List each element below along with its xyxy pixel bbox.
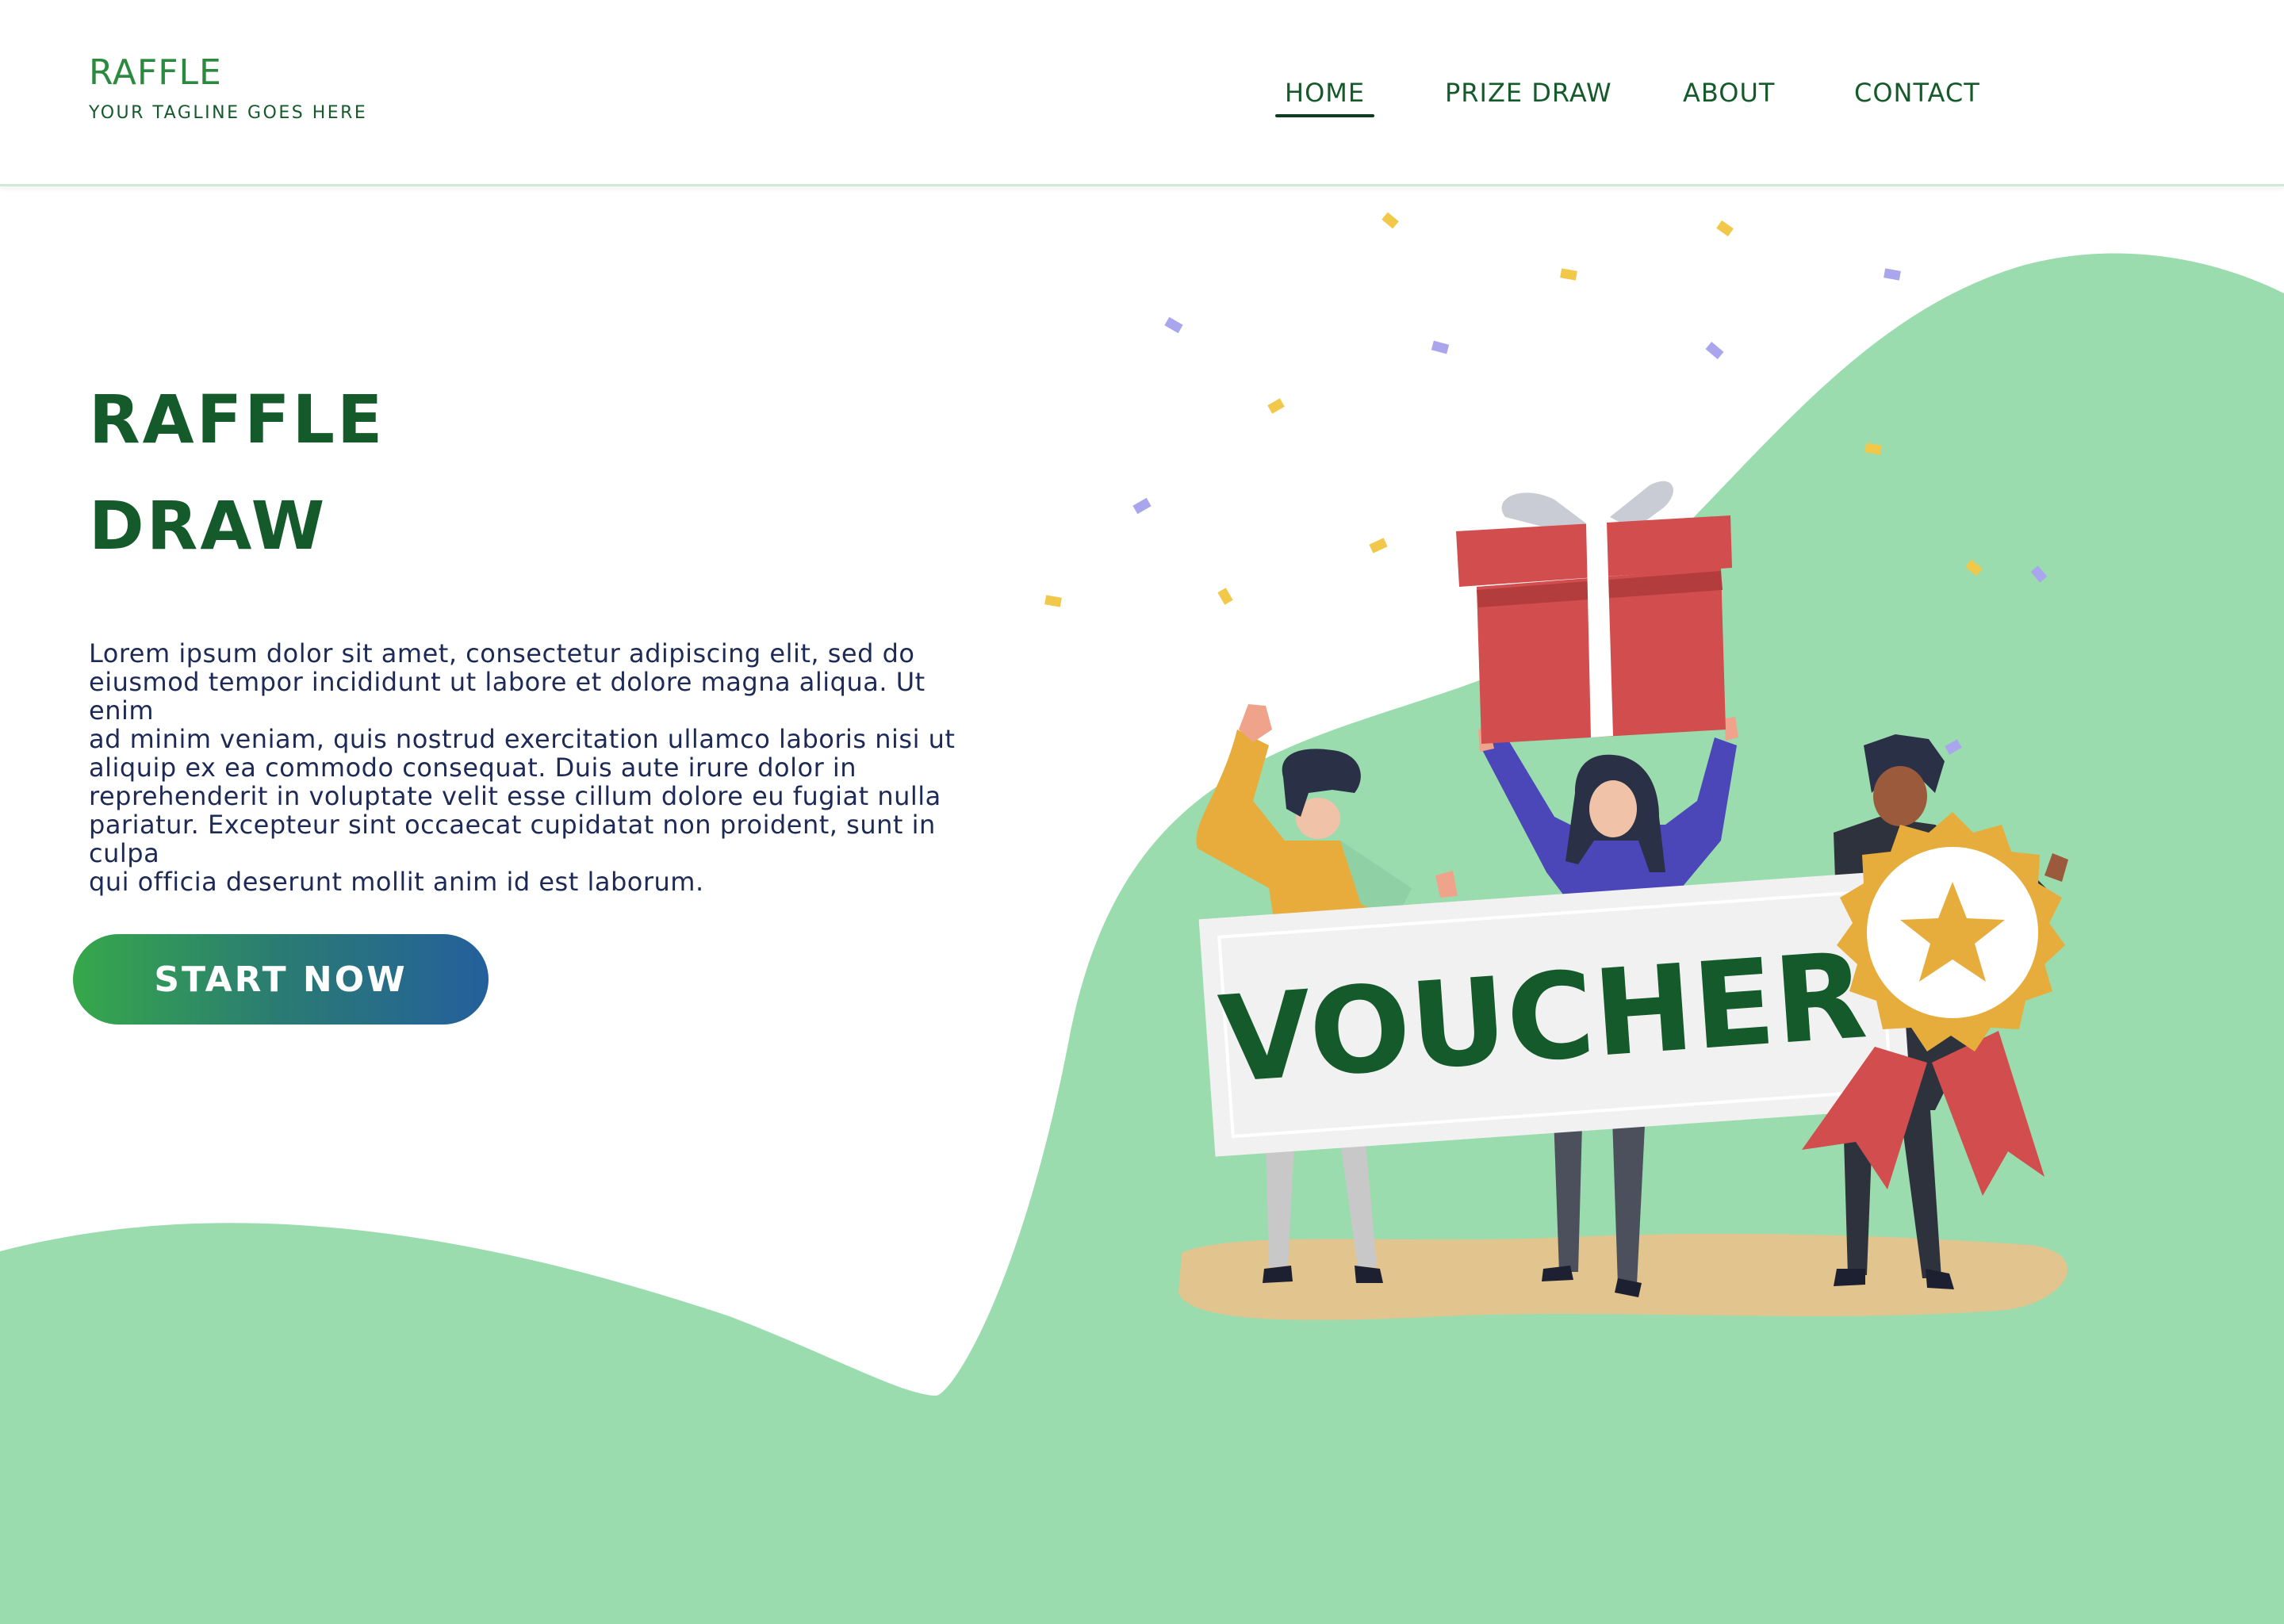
nav-item-about[interactable]: ABOUT	[1683, 78, 1775, 108]
site-header: RAFFLE YOUR TAGLINE GOES HERE HOME PRIZE…	[0, 0, 2284, 186]
raffle-winners-illustration: VOUCHER	[1044, 212, 2068, 1320]
hero-title-line-2: DRAW	[89, 487, 328, 565]
start-now-button[interactable]: START NOW	[73, 934, 489, 1025]
hero-title-line-1: RAFFLE	[89, 381, 385, 458]
brand-tagline: YOUR TAGLINE GOES HERE	[89, 103, 368, 123]
voucher-card: VOUCHER	[1198, 871, 1912, 1157]
nav-item-contact[interactable]: CONTACT	[1854, 78, 1980, 108]
hero-description: Lorem ipsum dolor sit amet, consectetur …	[89, 638, 956, 897]
gift-box	[1456, 481, 1732, 744]
nav-item-home[interactable]: HOME	[1274, 78, 1375, 117]
brand-logo-text[interactable]: RAFFLE	[89, 52, 222, 93]
nav-item-prize-draw[interactable]: PRIZE DRAW	[1445, 78, 1612, 108]
